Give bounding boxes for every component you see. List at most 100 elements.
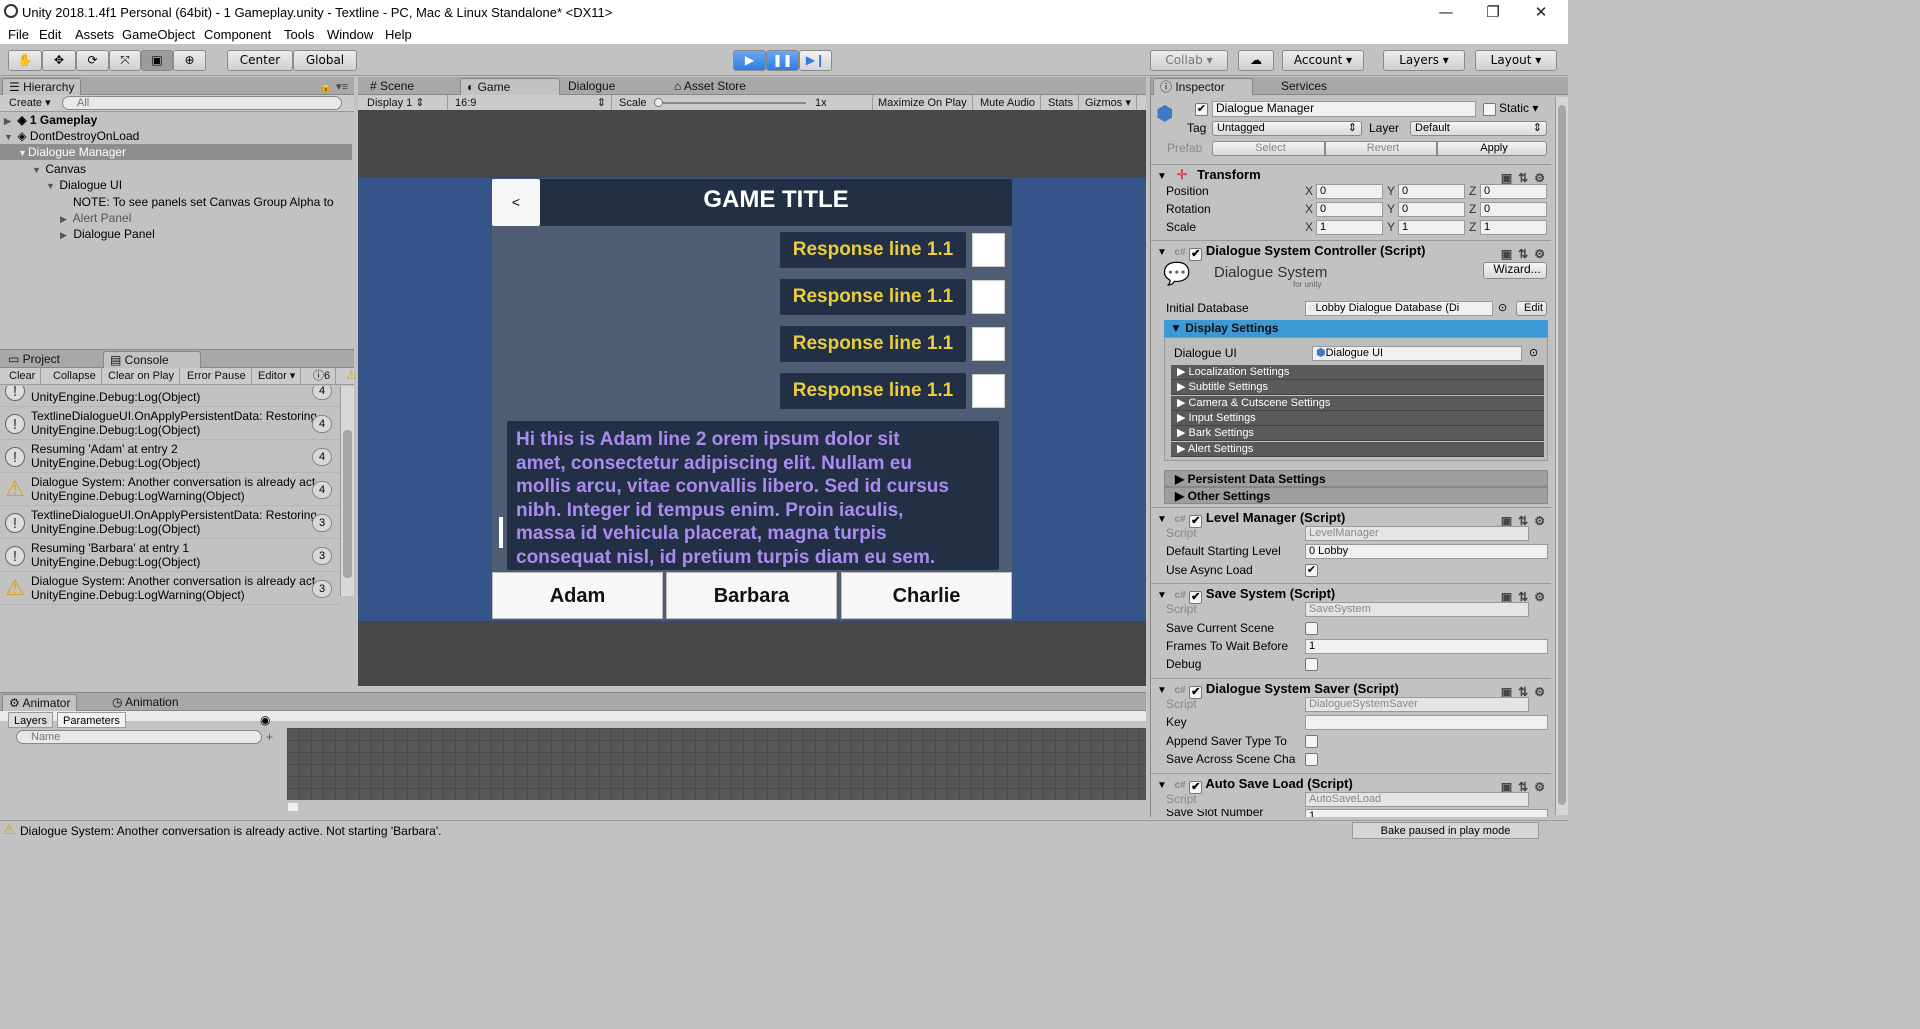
inspector-scroll-thumb[interactable] xyxy=(1558,105,1566,805)
subsection-foldout[interactable]: ▶ Localization Settings xyxy=(1171,365,1544,380)
account-dropdown[interactable]: Account ▾ xyxy=(1282,50,1364,71)
pause-button[interactable]: ❚❚ xyxy=(766,50,799,71)
animator-parameters-tab[interactable]: Parameters xyxy=(57,712,126,728)
append-saver-checkbox[interactable] xyxy=(1305,735,1318,748)
console-entry[interactable]: ! Resuming 'Barbara' at entry 1 UnityEngin… xyxy=(0,539,340,572)
clear-on-play-button[interactable]: Clear on Play xyxy=(103,368,181,384)
static-checkbox[interactable] xyxy=(1483,103,1496,116)
foldout-arrow-icon[interactable]: ▼ xyxy=(1157,685,1167,696)
status-message[interactable]: Dialogue System: Another conversation is… xyxy=(20,824,441,838)
menu-edit[interactable]: Edit xyxy=(39,27,61,42)
dialogue-ui-field[interactable]: ⬢Dialogue UI xyxy=(1312,346,1522,361)
step-button[interactable]: ▶❙ xyxy=(799,50,832,71)
transform-x-input[interactable]: 0 xyxy=(1316,202,1383,217)
pivot-center-button[interactable]: Center xyxy=(227,50,293,71)
tab-project[interactable]: ▭ Project xyxy=(2,351,66,368)
hierarchy-item-alert-panel[interactable]: ▶ Alert Panel xyxy=(60,210,131,226)
expand-arrow-icon[interactable]: ▶ xyxy=(60,211,70,227)
transform-x-input[interactable]: 1 xyxy=(1316,220,1383,235)
use-async-checkbox[interactable]: ✔ xyxy=(1305,564,1318,577)
transform-y-input[interactable]: 1 xyxy=(1398,220,1465,235)
play-button[interactable]: ▶ xyxy=(733,50,766,71)
static-dropdown[interactable]: Static ▾ xyxy=(1499,101,1538,115)
rect-tool-icon[interactable]: ▣ xyxy=(141,50,173,71)
aspect-dropdown[interactable]: 16:9 ⇕ xyxy=(450,95,612,111)
hierarchy-item-scene[interactable]: ▶ ◈ 1 Gameplay xyxy=(4,112,352,128)
console-scroll-thumb[interactable] xyxy=(343,430,352,578)
rotate-tool-icon[interactable]: ⟳ xyxy=(76,50,109,71)
expand-arrow-icon[interactable]: ▼ xyxy=(32,162,42,178)
tab-game[interactable]: ◐ Game xyxy=(460,78,560,95)
hand-tool-icon[interactable]: ✋ xyxy=(8,50,42,71)
menu-file[interactable]: File xyxy=(8,27,29,42)
back-button[interactable]: < xyxy=(492,179,540,226)
display-settings-foldout[interactable]: ▼ Display Settings xyxy=(1164,320,1548,337)
menu-tools[interactable]: Tools xyxy=(284,27,314,42)
scale-slider[interactable] xyxy=(658,102,806,104)
tab-services[interactable]: Services xyxy=(1275,78,1333,95)
dsc-enabled-checkbox[interactable]: ✔ xyxy=(1189,248,1203,261)
menu-assets[interactable]: Assets xyxy=(75,27,114,42)
expand-arrow-icon[interactable]: ▶ xyxy=(4,113,14,129)
response-button-3[interactable]: Response line 1.1 xyxy=(780,326,966,362)
foldout-arrow-icon[interactable]: ▼ xyxy=(1157,590,1167,601)
tab-inspector[interactable]: ⓘ Inspector xyxy=(1153,78,1253,95)
console-entry[interactable]: ! TextlineDialogueUI.OnApplyPersistentDat… xyxy=(0,506,340,539)
subsection-foldout[interactable]: ▶ Subtitle Settings xyxy=(1171,380,1544,396)
response-button-1[interactable]: Response line 1.1 xyxy=(780,232,966,268)
hierarchy-item-canvas[interactable]: ▼ Canvas xyxy=(32,161,86,177)
subsection-foldout[interactable]: ▶ Bark Settings xyxy=(1171,426,1544,442)
graph-scroll-handle[interactable] xyxy=(288,803,298,811)
scale-slider-thumb[interactable] xyxy=(654,98,663,107)
animator-layers-tab[interactable]: Layers xyxy=(8,712,54,728)
saver-header[interactable]: ▼ c# ✔ Dialogue System Saver (Script) ▣⇅… xyxy=(1151,678,1551,699)
tab-hierarchy[interactable]: ☰ Hierarchy xyxy=(2,78,82,95)
layer-dropdown[interactable]: Default ⇕ xyxy=(1410,121,1547,136)
info-filter-button[interactable]: ⓘ6 xyxy=(308,368,337,384)
save-system-header[interactable]: ▼ c# ✔ Save System (Script) ▣⇅⚙ xyxy=(1151,583,1551,604)
stats-button[interactable]: Stats xyxy=(1043,95,1080,111)
default-level-input[interactable]: 0 Lobby xyxy=(1305,544,1548,559)
collab-dropdown[interactable]: Collab ▾ xyxy=(1150,50,1228,71)
object-picker-icon[interactable]: ⊙ xyxy=(1498,301,1507,314)
level-manager-header[interactable]: ▼ c# ✔ Level Manager (Script) ▣⇅⚙ xyxy=(1151,507,1551,528)
layout-dropdown[interactable]: Layout ▾ xyxy=(1475,50,1557,71)
console-entry-partial[interactable]: ! UnityEngine.Debug:Log(Object) 4 xyxy=(0,386,340,407)
tag-dropdown[interactable]: Untagged ⇕ xyxy=(1212,121,1362,136)
scale-tool-icon[interactable]: ⤧ xyxy=(109,50,141,71)
expand-arrow-icon[interactable]: ▼ xyxy=(46,178,56,194)
object-picker-icon[interactable]: ⊙ xyxy=(1529,346,1538,359)
foldout-arrow-icon[interactable]: ▼ xyxy=(1157,171,1167,182)
subsection-foldout[interactable]: ▶ Alert Settings xyxy=(1171,441,1544,457)
eye-icon[interactable]: ◉ xyxy=(260,713,270,727)
subsection-foldout[interactable]: ▶ Input Settings xyxy=(1171,410,1544,426)
tab-console[interactable]: ▤ Console xyxy=(103,351,201,368)
wizard-button[interactable]: Wizard... xyxy=(1483,262,1547,279)
expand-arrow-icon[interactable]: ▼ xyxy=(18,145,28,161)
editor-dropdown[interactable]: Editor ▾ xyxy=(253,368,302,384)
prefab-apply-button[interactable]: Apply xyxy=(1437,141,1547,156)
maximize-on-play-button[interactable]: Maximize On Play xyxy=(872,95,973,111)
character-button-adam[interactable]: Adam xyxy=(492,572,663,619)
tab-scene[interactable]: # Scene xyxy=(364,78,420,95)
debug-checkbox[interactable] xyxy=(1305,658,1318,671)
display-dropdown[interactable]: Display 1 ⇕ xyxy=(362,95,448,111)
persistent-data-foldout[interactable]: ▶ Persistent Data Settings xyxy=(1164,470,1548,487)
tab-asset-store[interactable]: ⌂ Asset Store xyxy=(668,78,752,95)
response-button-4[interactable]: Response line 1.1 xyxy=(780,373,966,409)
collapse-button[interactable]: Collapse xyxy=(48,368,102,384)
transform-y-input[interactable]: 0 xyxy=(1398,202,1465,217)
transform-x-input[interactable]: 0 xyxy=(1316,184,1383,199)
menu-gameobject[interactable]: GameObject xyxy=(122,27,195,42)
console-entry[interactable]: ⚠ Dialogue System: Another conversation i… xyxy=(0,473,340,506)
save-current-scene-checkbox[interactable] xyxy=(1305,622,1318,635)
active-checkbox[interactable]: ✔ xyxy=(1195,103,1208,116)
object-name-input[interactable]: Dialogue Manager xyxy=(1212,101,1476,117)
transform-z-input[interactable]: 0 xyxy=(1480,202,1547,217)
close-button[interactable]: ✕ xyxy=(1521,2,1561,22)
console-entry[interactable]: ! Resuming 'Adam' at entry 2 UnityEngine.D… xyxy=(0,440,340,473)
expand-arrow-icon[interactable]: ▶ xyxy=(60,227,70,243)
expand-arrow-icon[interactable]: ▼ xyxy=(4,129,14,145)
menu-window[interactable]: Window xyxy=(327,27,373,42)
character-button-barbara[interactable]: Barbara xyxy=(666,572,837,619)
